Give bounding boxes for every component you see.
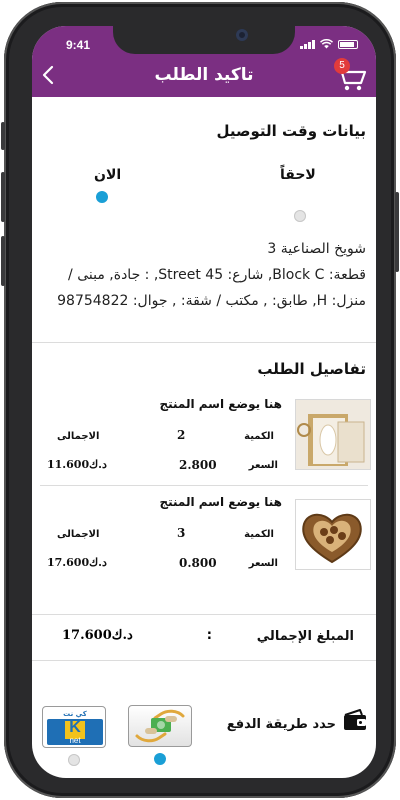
product-name: هنا يوضع اسم المنتج [159, 397, 282, 411]
screen: 9:41 تاكيد الطلب 5 بيانات وقت التوصيل ال… [32, 26, 376, 778]
price-value: 2.800 [179, 458, 217, 472]
address-line-2: قطعة: Block C, شارع: Street 45, : جادة, … [68, 267, 366, 283]
option-later-radio[interactable] [294, 210, 306, 222]
knet-logo: K net [47, 719, 103, 745]
price-value: 0.800 [179, 556, 217, 570]
status-icons [300, 39, 358, 49]
line-total-value: 17.600د.ك [47, 556, 107, 569]
cart-count-badge: 5 [334, 58, 350, 74]
product-name: هنا يوضع اسم المنتج [159, 495, 282, 509]
order-section-title: تفاصيل الطلب [257, 360, 366, 378]
product-image-chocolate-box[interactable] [295, 499, 371, 570]
total-label: الاجمالى [57, 431, 100, 442]
grand-total-label: المبلغ الإجمالي [256, 629, 354, 644]
quantity-value: 3 [177, 526, 186, 540]
knet-letter: K [69, 719, 81, 736]
status-time: 9:41 [66, 38, 91, 52]
divider [40, 485, 368, 486]
price-label: السعر [248, 558, 278, 569]
price-label: السعر [248, 460, 278, 471]
quantity-value: 2 [177, 428, 186, 442]
knet-payment-option[interactable]: كي نت K net [42, 706, 106, 748]
knet-payment-radio[interactable] [68, 754, 80, 766]
volume-up-button [1, 172, 5, 222]
quantity-label: الكمية [244, 431, 274, 442]
front-camera [236, 29, 248, 41]
product-image-wedding-card[interactable] [295, 399, 371, 470]
address-line-1: شويخ الصناعية 3 [267, 241, 366, 257]
battery-icon [338, 39, 358, 49]
address-line-3: منزل: H, طابق: , مكتب / شقة: , جوال: 987… [57, 293, 366, 309]
divider [32, 614, 376, 615]
divider [32, 660, 376, 661]
cash-payment-radio[interactable] [154, 753, 166, 765]
signal-icon [300, 39, 315, 49]
quantity-label: الكمية [244, 529, 274, 540]
page-title: تاكيد الطلب [154, 65, 254, 85]
wallet-icon [344, 709, 366, 730]
option-now-radio[interactable] [96, 191, 108, 203]
divider [32, 342, 376, 343]
grand-total-value: 17.600د.ك [62, 628, 133, 643]
cash-icon [135, 709, 185, 743]
line-total-value: 11.600د.ك [47, 458, 107, 471]
option-now-label[interactable]: الان [94, 167, 121, 183]
phone-frame: 9:41 تاكيد الطلب 5 بيانات وقت التوصيل ال… [1, 2, 399, 798]
delivery-section-title: بيانات وقت التوصيل [216, 122, 366, 140]
notch [113, 26, 295, 54]
power-button [395, 192, 399, 272]
payment-section-title: حدد طريقة الدفع [226, 717, 336, 732]
order-confirmation-content: بيانات وقت التوصيل الان لاحقاً شويخ الصن… [32, 97, 376, 778]
total-label: الاجمالى [57, 529, 100, 540]
volume-down-button [1, 236, 5, 286]
grand-total-colon: : [206, 628, 212, 643]
option-later-label[interactable]: لاحقاً [280, 167, 316, 183]
wifi-icon [320, 39, 333, 49]
cash-payment-option[interactable] [128, 705, 192, 747]
mute-switch [1, 122, 5, 150]
knet-text: net [69, 736, 81, 745]
knet-arabic-text: كي نت [63, 710, 87, 718]
